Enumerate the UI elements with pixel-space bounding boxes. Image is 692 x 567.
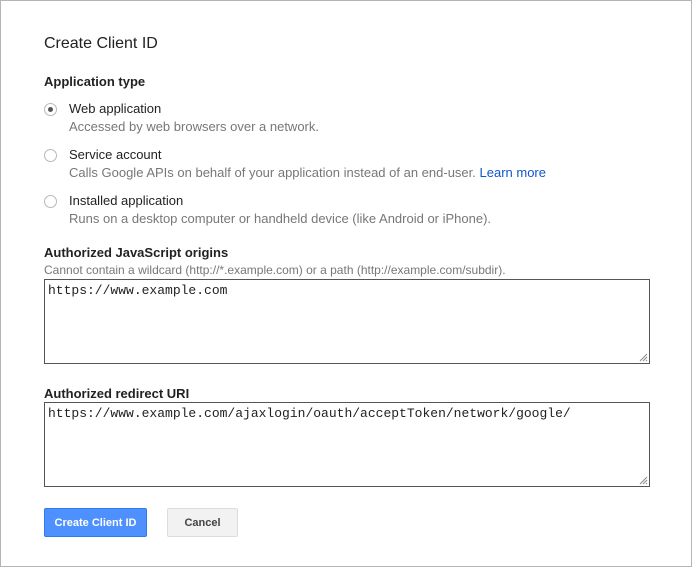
redirect-uri-textarea[interactable]: https://www.example.com/ajaxlogin/oauth/… [44, 402, 650, 487]
create-client-id-dialog: Create Client ID Application type Web ap… [0, 0, 692, 567]
service-account-description: Calls Google APIs on behalf of your appl… [69, 165, 476, 180]
redirect-uri-value: https://www.example.com/ajaxlogin/oauth/… [48, 406, 571, 421]
js-origins-heading: Authorized JavaScript origins [44, 245, 229, 260]
service-account-description-line: Calls Google APIs on behalf of your appl… [69, 165, 546, 181]
create-client-id-button[interactable]: Create Client ID [44, 508, 147, 537]
redirect-uri-heading: Authorized redirect URI [44, 386, 190, 401]
service-account-label[interactable]: Service account [69, 147, 162, 163]
js-origins-hint: Cannot contain a wildcard (http://*.exam… [44, 263, 506, 277]
web-application-description: Accessed by web browsers over a network. [69, 119, 319, 134]
js-origins-textarea[interactable]: https://www.example.com [44, 279, 650, 364]
installed-application-radio[interactable] [44, 195, 57, 208]
learn-more-link[interactable]: Learn more [480, 165, 546, 180]
cancel-button[interactable]: Cancel [167, 508, 238, 537]
installed-application-label[interactable]: Installed application [69, 193, 183, 209]
web-application-label[interactable]: Web application [69, 101, 161, 117]
web-application-radio[interactable] [44, 103, 57, 116]
js-origins-value: https://www.example.com [48, 283, 228, 298]
dialog-title: Create Client ID [44, 35, 158, 52]
application-type-heading: Application type [44, 74, 146, 89]
resize-grip-icon[interactable] [639, 353, 648, 362]
installed-application-description: Runs on a desktop computer or handheld d… [69, 211, 492, 226]
service-account-radio[interactable] [44, 149, 57, 162]
resize-grip-icon[interactable] [639, 476, 648, 485]
